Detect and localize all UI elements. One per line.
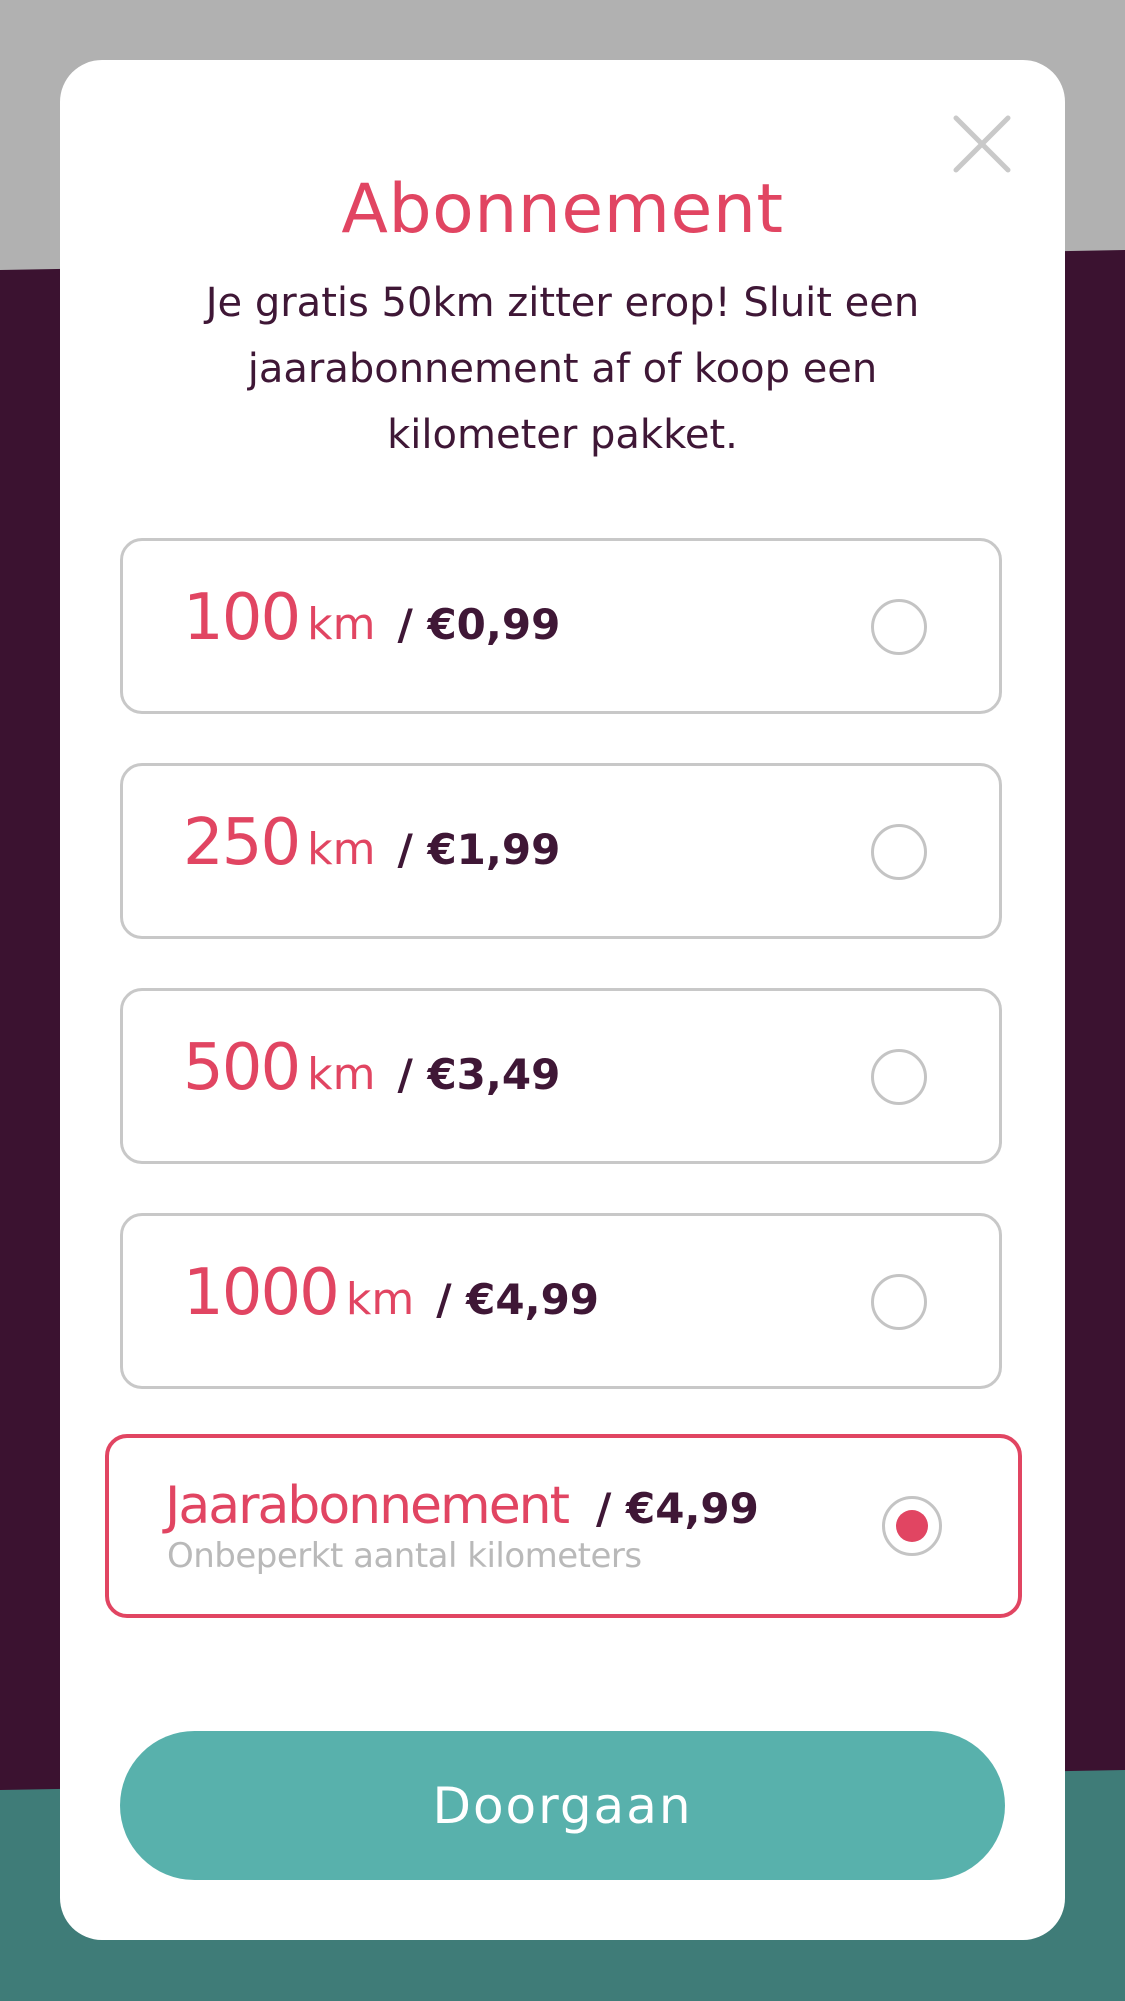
modal-subtitle: Je gratis 50km zitter erop! Sluit een ja… <box>205 280 920 458</box>
package-unit: km <box>307 824 376 875</box>
radio-button-selected[interactable] <box>882 1496 942 1556</box>
package-option-250km[interactable]: 250 km / €1,99 <box>120 763 1002 939</box>
radio-button[interactable] <box>871 1049 927 1105</box>
package-price: / €0,99 <box>397 600 561 649</box>
package-price: / €4,99 <box>436 1275 600 1324</box>
radio-button[interactable] <box>871 1274 927 1330</box>
package-label: 250 km / €1,99 <box>183 806 560 906</box>
package-km: 1000 <box>183 1256 340 1330</box>
package-label: 500 km / €3,49 <box>183 1031 560 1131</box>
package-km: 100 <box>183 581 301 655</box>
package-option-100km[interactable]: 100 km / €0,99 <box>120 538 1002 714</box>
modal-title: Abonnement <box>341 170 784 249</box>
package-km: 500 <box>183 1031 301 1105</box>
package-option-1000km[interactable]: 1000 km / €4,99 <box>120 1213 1002 1389</box>
package-unit: km <box>307 1049 376 1100</box>
package-km: 250 <box>183 806 301 880</box>
subscription-price: / €4,99 <box>596 1484 759 1533</box>
package-label: 1000 km / €4,99 <box>183 1256 599 1356</box>
subscription-label: Jaarabonnement / €4,99 <box>165 1476 759 1536</box>
package-label: 100 km / €0,99 <box>183 581 560 681</box>
package-price: / €1,99 <box>397 825 561 874</box>
package-option-500km[interactable]: 500 km / €3,49 <box>120 988 1002 1164</box>
subscription-description: Onbeperkt aantal kilometers <box>167 1536 642 1576</box>
radio-button[interactable] <box>871 599 927 655</box>
package-unit: km <box>345 1274 415 1325</box>
subscription-option-yearly[interactable]: Jaarabonnement / €4,99 Onbeperkt aantal … <box>105 1434 1022 1618</box>
radio-dot-icon <box>896 1510 928 1542</box>
radio-button[interactable] <box>871 824 927 880</box>
close-icon[interactable] <box>950 112 1014 176</box>
package-unit: km <box>307 599 376 650</box>
package-price: / €3,49 <box>397 1050 561 1099</box>
subscription-name: Jaarabonnement <box>165 1476 570 1536</box>
continue-button[interactable]: Doorgaan <box>120 1731 1005 1880</box>
